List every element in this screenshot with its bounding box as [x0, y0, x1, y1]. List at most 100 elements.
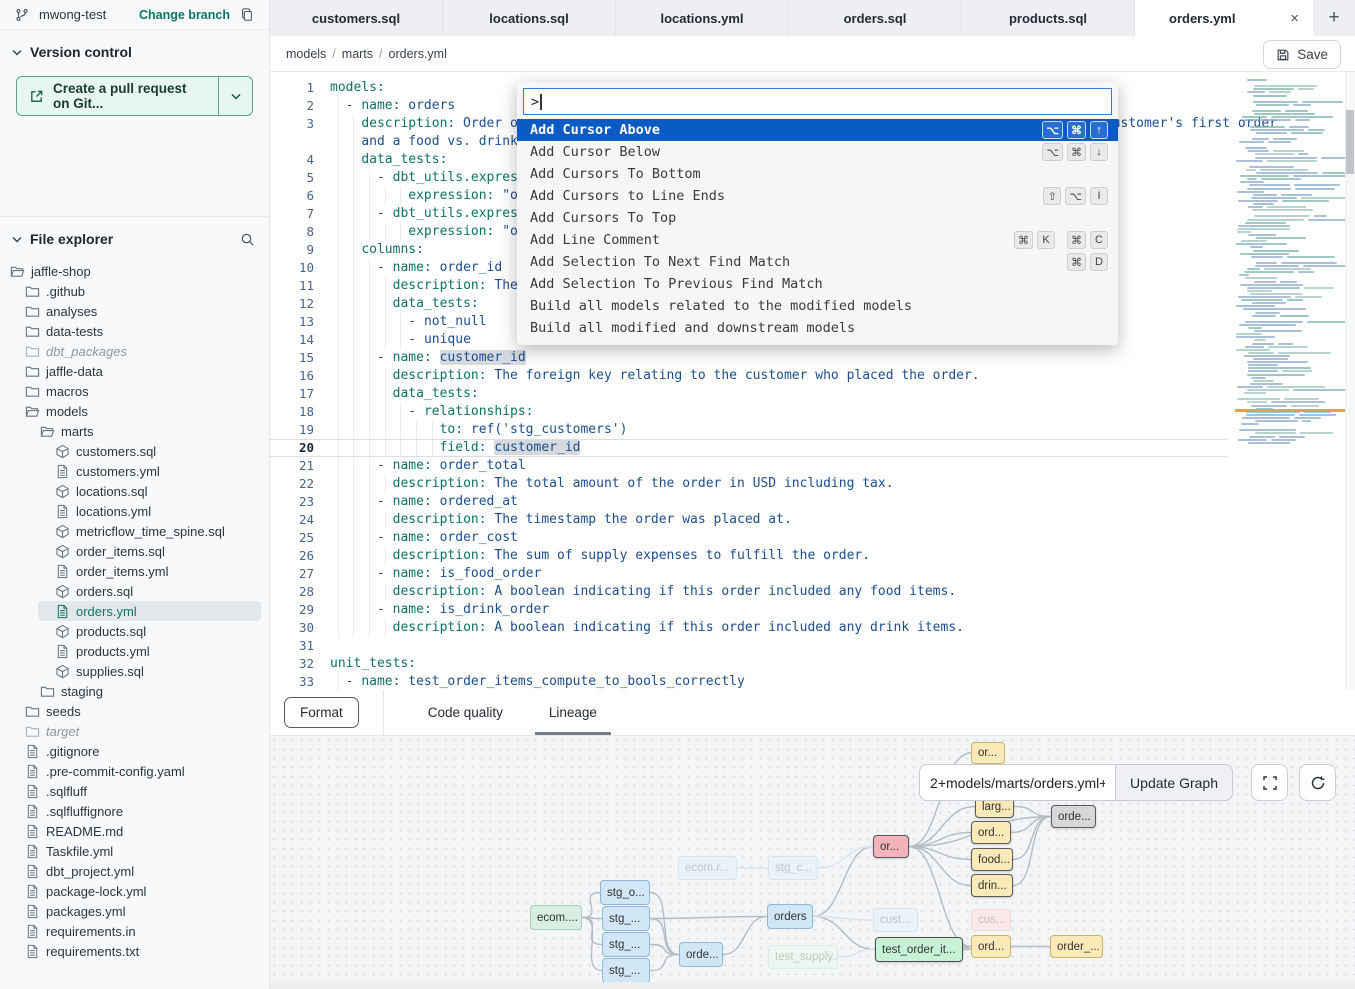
palette-item-add-line-comment[interactable]: Add Line Comment⌘K⌘C	[517, 229, 1118, 251]
lineage-node-ory[interactable]: or...	[971, 742, 1005, 764]
tree-item-orders.sql[interactable]: orders.sql	[0, 581, 269, 601]
lineage-node-ordy1[interactable]: ord...	[971, 821, 1011, 844]
tree-item-jaffle-data[interactable]: jaffle-data	[0, 361, 269, 381]
lineage-node-tsupf[interactable]: test_supply...	[768, 945, 838, 969]
palette-item-add-cursor-above[interactable]: Add Cursor Above⌥⌘↑	[517, 119, 1118, 141]
tree-item-packages.yml[interactable]: packages.yml	[0, 901, 269, 921]
tree-item-analyses[interactable]: analyses	[0, 301, 269, 321]
tree-item-README.md[interactable]: README.md	[0, 821, 269, 841]
tree-item-requirements.txt[interactable]: requirements.txt	[0, 941, 269, 961]
palette-item-add-selection-to-previous-find-match[interactable]: Add Selection To Previous Find Match	[517, 273, 1118, 295]
lineage-node-ecomr[interactable]: ecom.r...	[678, 856, 737, 880]
breadcrumb-models[interactable]: models	[286, 47, 326, 61]
format-button[interactable]: Format	[284, 697, 359, 728]
new-tab-button[interactable]: +	[1313, 0, 1355, 36]
create-pr-dropdown[interactable]	[218, 77, 252, 115]
tree-item-products.yml[interactable]: products.yml	[0, 641, 269, 661]
tab-locations.sql[interactable]: locations.sql	[443, 0, 616, 36]
tree-item-requirements.in[interactable]: requirements.in	[0, 921, 269, 941]
editor-scrollbar[interactable]	[1345, 72, 1355, 690]
tree-item-target[interactable]: target	[0, 721, 269, 741]
version-control-header[interactable]: Version control	[0, 30, 269, 66]
minimap[interactable]	[1235, 79, 1345, 451]
tree-item-.sqlfluffignore[interactable]: .sqlfluffignore	[0, 801, 269, 821]
lineage-node-testoi[interactable]: test_order_it...	[875, 937, 963, 962]
lineage-node-stg3[interactable]: stg_...	[602, 958, 650, 983]
tree-item-locations.sql[interactable]: locations.sql	[0, 481, 269, 501]
lineage-node-custf[interactable]: cust...	[873, 908, 918, 932]
palette-item-build-all-models-related-to-the-modified-models[interactable]: Build all models related to the modified…	[517, 295, 1118, 317]
tree-item-jaffle-shop[interactable]: jaffle-shop	[0, 261, 269, 281]
lineage-node-ordeb[interactable]: orde...	[679, 942, 723, 967]
palette-item-add-cursors-to-line-ends[interactable]: Add Cursors to Line Ends⇧⌥I	[517, 185, 1118, 207]
tree-item-order-items.yml[interactable]: order_items.yml	[0, 561, 269, 581]
palette-item-add-cursor-below[interactable]: Add Cursor Below⌥⌘↓	[517, 141, 1118, 163]
lineage-node-ordy2[interactable]: ord...	[971, 935, 1011, 958]
refresh-button[interactable]	[1299, 764, 1336, 801]
lineage-scroll-strip[interactable]	[270, 982, 1355, 989]
tree-item-order-items.sql[interactable]: order_items.sql	[0, 541, 269, 561]
scrollbar-thumb[interactable]	[1346, 110, 1354, 174]
tab-products.sql[interactable]: products.sql	[962, 0, 1135, 36]
update-graph-button[interactable]: Update Graph	[1115, 764, 1233, 801]
tree-item-staging[interactable]: staging	[0, 681, 269, 701]
palette-item-add-cursors-to-bottom[interactable]: Add Cursors To Bottom	[517, 163, 1118, 185]
change-branch-link[interactable]: Change branch	[139, 8, 230, 22]
tree-item-.sqlfluff[interactable]: .sqlfluff	[0, 781, 269, 801]
tree-item-macros[interactable]: macros	[0, 381, 269, 401]
save-button[interactable]: Save	[1263, 40, 1341, 69]
lineage-node-stgc[interactable]: stg_c...	[768, 856, 818, 880]
tree-item-metricflow-time-spine.sql[interactable]: metricflow_time_spine.sql	[0, 521, 269, 541]
breadcrumb-file[interactable]: orders.yml	[389, 47, 447, 61]
tree-item-marts[interactable]: marts	[0, 421, 269, 441]
tree-item-seeds[interactable]: seeds	[0, 701, 269, 721]
close-tab-icon[interactable]: ×	[1290, 10, 1299, 27]
lineage-node-ordery[interactable]: order_...	[1050, 935, 1103, 958]
tree-item-data-tests[interactable]: data-tests	[0, 321, 269, 341]
tab-code-quality[interactable]: Code quality	[410, 690, 521, 735]
tab-customers.sql[interactable]: customers.sql	[270, 0, 443, 36]
tree-item-Taskfile.yml[interactable]: Taskfile.yml	[0, 841, 269, 861]
palette-item-add-selection-to-next-find-match[interactable]: Add Selection To Next Find Match⌘D	[517, 251, 1118, 273]
tree-item-customers.yml[interactable]: customers.yml	[0, 461, 269, 481]
tree-item-.pre-commit-config.yaml[interactable]: .pre-commit-config.yaml	[0, 761, 269, 781]
code-editor[interactable]: 1models:2 - name: orders3 description: O…	[270, 72, 1355, 690]
lineage-node-drin[interactable]: drin...	[971, 874, 1013, 897]
tree-item-.github[interactable]: .github	[0, 281, 269, 301]
tab-orders.yml[interactable]: orders.yml×	[1135, 0, 1313, 36]
tab-lineage[interactable]: Lineage	[531, 690, 615, 735]
palette-item-add-cursors-to-top[interactable]: Add Cursors To Top	[517, 207, 1118, 229]
lineage-node-stg2[interactable]: stg_...	[602, 932, 650, 957]
lineage-node-cusf[interactable]: cus...	[971, 909, 1011, 931]
code-line: 25 - name: order_cost	[270, 529, 1228, 547]
palette-item-build-all-modified-and-downstream-models[interactable]: Build all modified and downstream models	[517, 317, 1118, 339]
copy-branch-icon[interactable]	[237, 5, 257, 25]
lineage-selector-input[interactable]	[919, 764, 1115, 801]
search-icon[interactable]	[237, 229, 257, 249]
tab-orders.sql[interactable]: orders.sql	[789, 0, 962, 36]
breadcrumb-marts[interactable]: marts	[342, 47, 373, 61]
tree-item-locations.yml[interactable]: locations.yml	[0, 501, 269, 521]
tab-locations.yml[interactable]: locations.yml	[616, 0, 789, 36]
tree-item-dbt-packages[interactable]: dbt_packages	[0, 341, 269, 361]
file-explorer-header[interactable]: File explorer	[0, 216, 269, 255]
create-pr-button[interactable]: Create a pull request on Git...	[16, 76, 253, 116]
tree-item-dbt-project.yml[interactable]: dbt_project.yml	[0, 861, 269, 881]
command-palette-input[interactable]: >	[523, 88, 1112, 115]
tree-item-package-lock.yml[interactable]: package-lock.yml	[0, 881, 269, 901]
lineage-node-stg1[interactable]: stg_...	[602, 906, 650, 931]
lineage-node-orders[interactable]: orders	[767, 904, 813, 929]
lineage-node-food[interactable]: food...	[971, 848, 1013, 871]
tree-item-products.sql[interactable]: products.sql	[0, 621, 269, 641]
tree-item-models[interactable]: models	[0, 401, 269, 421]
lineage-node-ecom[interactable]: ecom....	[530, 905, 582, 930]
tree-item-customers.sql[interactable]: customers.sql	[0, 441, 269, 461]
lineage-node-orp[interactable]: or...	[873, 835, 909, 858]
tree-item-.gitignore[interactable]: .gitignore	[0, 741, 269, 761]
lineage-node-stgo[interactable]: stg_o...	[600, 880, 650, 905]
lineage-node-ordeg[interactable]: orde...	[1051, 805, 1096, 828]
folder-open-icon	[10, 264, 25, 279]
tree-item-orders.yml[interactable]: orders.yml	[38, 601, 261, 621]
fullscreen-button[interactable]	[1251, 764, 1288, 801]
tree-item-supplies.sql[interactable]: supplies.sql	[0, 661, 269, 681]
